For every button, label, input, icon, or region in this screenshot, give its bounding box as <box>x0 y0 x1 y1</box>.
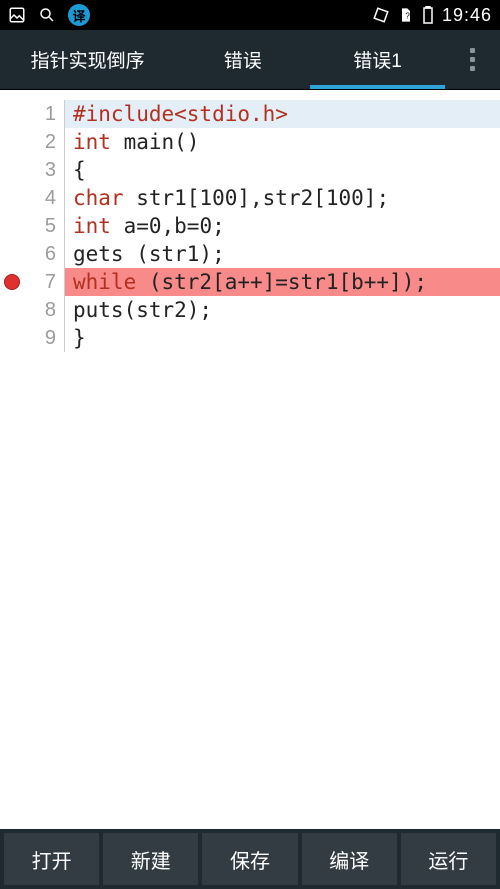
code-content[interactable]: int a=0,b=0; <box>65 212 500 240</box>
tab-error[interactable]: 错误 <box>175 30 310 89</box>
clock-text: 19:46 <box>442 5 492 26</box>
code-content[interactable]: while (str2[a++]=str1[b++]); <box>65 268 500 296</box>
breakpoint-gutter[interactable] <box>0 296 24 324</box>
overflow-menu-button[interactable] <box>445 30 500 89</box>
code-line[interactable]: 7while (str2[a++]=str1[b++]); <box>0 268 500 296</box>
line-number: 7 <box>24 268 64 296</box>
token-kw: int <box>73 130 111 154</box>
code-line[interactable]: 1 #include<stdio.h> <box>0 100 500 128</box>
breakpoint-gutter[interactable] <box>0 100 24 128</box>
tab-error1[interactable]: 错误1 <box>310 30 445 89</box>
menu-icon <box>470 48 475 71</box>
tab-bar: 指针实现倒序 错误 错误1 <box>0 30 500 90</box>
run-button[interactable]: 运行 <box>401 833 496 885</box>
code-content[interactable]: char str1[100],str2[100]; <box>65 184 500 212</box>
code-line[interactable]: 8 puts(str2); <box>0 296 500 324</box>
status-bar: 译 ? 19:46 <box>0 0 500 30</box>
code-content[interactable]: gets (str1); <box>65 240 500 268</box>
status-right: ? 19:46 <box>372 5 492 26</box>
line-number: 5 <box>24 212 64 240</box>
open-button[interactable]: 打开 <box>4 833 99 885</box>
token-plain: puts(str2); <box>73 298 212 322</box>
line-number: 6 <box>24 240 64 268</box>
tab-label: 指针实现倒序 <box>31 46 145 73</box>
code-line[interactable]: 9} <box>0 324 500 352</box>
image-icon <box>8 6 26 24</box>
line-number: 9 <box>24 324 64 352</box>
token-kw: int <box>73 214 111 238</box>
token-kw: while <box>73 270 136 294</box>
code-content[interactable]: #include<stdio.h> <box>65 100 500 128</box>
new-button[interactable]: 新建 <box>103 833 198 885</box>
token-plain: } <box>73 326 86 350</box>
code-line[interactable]: 2int main() <box>0 128 500 156</box>
code-line[interactable]: 4char str1[100],str2[100]; <box>0 184 500 212</box>
token-plain: gets (str1); <box>73 242 225 266</box>
token-plain: str1[100],str2[100]; <box>124 186 390 210</box>
token-plain: a=0,b=0; <box>111 214 225 238</box>
token-pre: #include<stdio.h> <box>73 102 288 126</box>
code-editor[interactable]: 1#include<stdio.h>2int main()3{4char str… <box>0 90 500 829</box>
save-button[interactable]: 保存 <box>202 833 297 885</box>
search-icon <box>38 6 56 24</box>
compile-button[interactable]: 编译 <box>302 833 397 885</box>
battery-icon <box>422 6 434 24</box>
breakpoint-gutter[interactable] <box>0 268 24 296</box>
line-number: 2 <box>24 128 64 156</box>
breakpoint-gutter[interactable] <box>0 156 24 184</box>
code-content[interactable]: puts(str2); <box>65 296 500 324</box>
line-number: 4 <box>24 184 64 212</box>
line-number: 3 <box>24 156 64 184</box>
svg-text:?: ? <box>405 11 410 20</box>
sim-icon: ? <box>398 6 414 24</box>
token-kw: char <box>73 186 124 210</box>
token-plain: main() <box>111 130 200 154</box>
code-content[interactable]: int main() <box>65 128 500 156</box>
code-content[interactable]: { <box>65 156 500 184</box>
breakpoint-gutter[interactable] <box>0 212 24 240</box>
breakpoint-icon[interactable] <box>4 274 20 290</box>
status-left: 译 <box>8 4 90 26</box>
breakpoint-gutter[interactable] <box>0 128 24 156</box>
token-plain: { <box>73 158 86 182</box>
breakpoint-gutter[interactable] <box>0 184 24 212</box>
line-number: 1 <box>24 100 64 128</box>
code-line[interactable]: 3{ <box>0 156 500 184</box>
code-lines: 1#include<stdio.h>2int main()3{4char str… <box>0 90 500 352</box>
tab-label: 错误1 <box>353 46 402 73</box>
rotate-icon <box>372 6 390 24</box>
code-content[interactable]: } <box>65 324 500 352</box>
code-line[interactable]: 6 gets (str1); <box>0 240 500 268</box>
token-plain: (str2[a++]=str1[b++]); <box>136 270 427 294</box>
breakpoint-gutter[interactable] <box>0 324 24 352</box>
breakpoint-gutter[interactable] <box>0 240 24 268</box>
code-line[interactable]: 5int a=0,b=0; <box>0 212 500 240</box>
translate-icon: 译 <box>68 4 90 26</box>
tab-label: 错误 <box>224 46 262 73</box>
bottom-toolbar: 打开 新建 保存 编译 运行 <box>0 829 500 889</box>
tab-pointer-reverse[interactable]: 指针实现倒序 <box>0 30 175 89</box>
line-number: 8 <box>24 296 64 324</box>
